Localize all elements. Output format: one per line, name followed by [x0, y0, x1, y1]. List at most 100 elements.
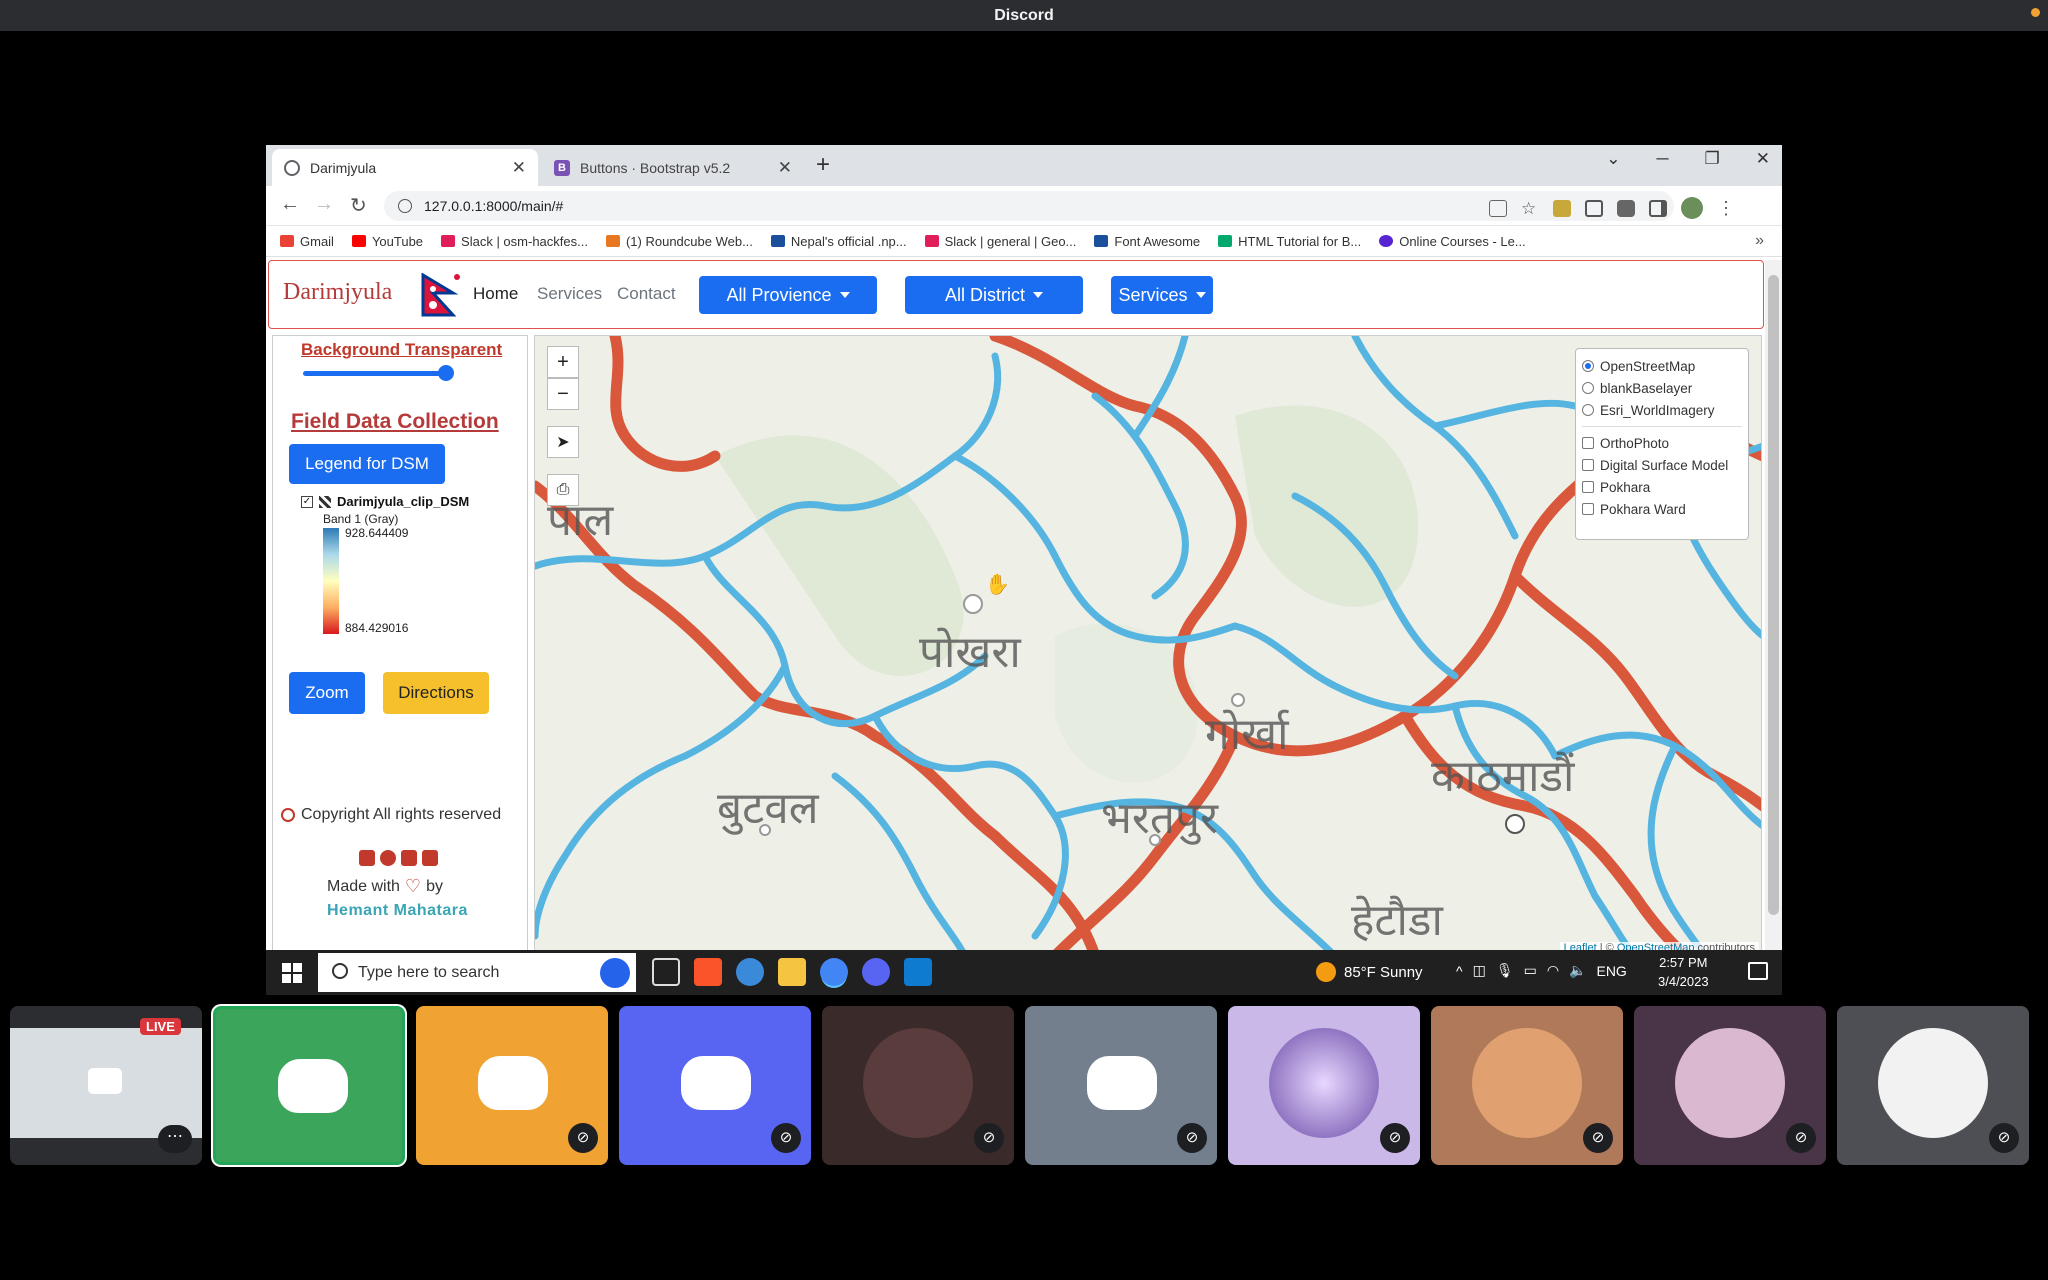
district-dropdown[interactable]: All District — [905, 276, 1083, 314]
bookmark-nepal[interactable]: Nepal's official .np... — [770, 234, 907, 249]
checkbox[interactable] — [1582, 437, 1594, 449]
close-window-button[interactable]: ✕ — [1756, 149, 1770, 169]
task-view-icon[interactable] — [652, 958, 680, 986]
close-tab-icon[interactable]: ✕ — [778, 158, 792, 178]
map-marker[interactable] — [1505, 814, 1525, 834]
new-tab-button[interactable]: + — [816, 151, 830, 179]
participant-tile[interactable]: ⊘ — [619, 1006, 811, 1165]
province-dropdown[interactable]: All Provience — [699, 276, 877, 314]
info-icon[interactable] — [398, 199, 412, 213]
weather-widget[interactable]: 85°F Sunny — [1316, 962, 1423, 982]
participant-tile[interactable]: ⊘ — [1025, 1006, 1217, 1165]
opacity-slider[interactable] — [303, 371, 443, 376]
network-icon[interactable]: ◫ — [1473, 962, 1486, 979]
field-data-collection-link[interactable]: Field Data Collection — [291, 410, 499, 434]
volume-icon[interactable]: 🔈 — [1569, 962, 1586, 979]
linkedin-icon[interactable] — [422, 850, 438, 866]
more-bookmarks-icon[interactable]: » — [1755, 232, 1764, 250]
zoom-button[interactable]: Zoom — [289, 672, 365, 714]
taskbar-search[interactable]: Type here to search — [318, 953, 636, 992]
bookmark-gmail[interactable]: Gmail — [280, 234, 334, 249]
minimize-button[interactable]: ─ — [1656, 149, 1668, 169]
base-layer-option[interactable]: blankBaselayer — [1582, 377, 1748, 399]
bookmark-font-awesome[interactable]: Font Awesome — [1094, 234, 1200, 249]
participant-tile[interactable] — [213, 1006, 405, 1165]
microphone-icon[interactable]: 🎙 — [1496, 962, 1514, 979]
overlay-option[interactable]: Digital Surface Model — [1582, 454, 1748, 476]
file-explorer-icon[interactable] — [778, 958, 806, 986]
puzzle-icon[interactable] — [1617, 199, 1635, 217]
participant-tile[interactable]: ⊘ — [1837, 1006, 2029, 1165]
checkbox[interactable] — [1582, 481, 1594, 493]
discord-icon[interactable] — [862, 958, 890, 986]
site-brand[interactable]: Darimjyula — [283, 279, 392, 306]
nav-services[interactable]: Services — [537, 284, 602, 304]
participant-tile[interactable]: ⊘ — [1228, 1006, 1420, 1165]
overlay-option[interactable]: OrthoPhoto — [1582, 432, 1748, 454]
bookmark-slack-osm[interactable]: Slack | osm-hackfes... — [441, 234, 588, 249]
bookmark-html-tutorial[interactable]: HTML Tutorial for B... — [1218, 234, 1361, 249]
more-options-button[interactable]: ⋯ — [158, 1125, 192, 1153]
overlay-option[interactable]: Pokhara Ward — [1582, 498, 1748, 520]
forward-button[interactable]: → — [314, 193, 334, 216]
services-dropdown[interactable]: Services — [1111, 276, 1213, 314]
bookmark-online-courses[interactable]: Online Courses - Le... — [1379, 234, 1526, 249]
windows-start-icon[interactable] — [282, 962, 302, 983]
nav-contact[interactable]: Contact — [617, 284, 676, 304]
sidebar-icon[interactable] — [1649, 199, 1667, 217]
leaflet-map[interactable]: पाल पोखरा गोर्खा बुटवल भरतपुर काठमाडौं ह… — [534, 335, 1762, 955]
twitter-icon[interactable] — [359, 850, 375, 866]
notification-center-icon[interactable] — [1748, 962, 1768, 980]
radio-button[interactable] — [1582, 404, 1594, 416]
share-icon[interactable] — [1489, 199, 1507, 217]
wifi-icon[interactable]: ◠ — [1547, 962, 1559, 979]
participant-tile[interactable]: ⊘ — [416, 1006, 608, 1165]
radio-button[interactable] — [1582, 360, 1594, 372]
layer-checkbox[interactable]: ✓ — [301, 495, 313, 508]
locate-icon[interactable]: ➤ — [547, 426, 579, 458]
back-button[interactable]: ← — [280, 193, 300, 216]
restore-button[interactable]: ❐ — [1705, 149, 1720, 169]
base-layer-option[interactable]: OpenStreetMap — [1582, 355, 1748, 377]
chevron-up-icon[interactable]: ^ — [1456, 963, 1463, 979]
chrome-icon[interactable] — [820, 958, 848, 986]
chevron-down-icon[interactable]: ⌄ — [1606, 149, 1620, 169]
checkbox[interactable] — [1582, 503, 1594, 515]
scrollbar-thumb[interactable] — [1768, 275, 1779, 915]
checkbox[interactable] — [1582, 459, 1594, 471]
base-layer-option[interactable]: Esri_WorldImagery — [1582, 399, 1748, 421]
author-link[interactable]: Hemant Mahatara — [327, 902, 468, 920]
directions-button[interactable]: Directions — [383, 672, 489, 714]
opacity-slider-thumb[interactable] — [438, 365, 454, 381]
participant-tile[interactable]: ⊘ — [1634, 1006, 1826, 1165]
language-indicator[interactable]: ENG — [1596, 963, 1626, 979]
participant-tile[interactable]: ⊘ — [822, 1006, 1014, 1165]
tab-bootstrap[interactable]: B Buttons · Bootstrap v5.2 ✕ — [542, 149, 804, 186]
participant-tile[interactable]: ⊘ — [1431, 1006, 1623, 1165]
picture-in-picture-icon[interactable] — [1585, 199, 1603, 217]
star-icon[interactable]: ☆ — [1521, 200, 1539, 217]
tab-darimjyula[interactable]: Darimjyula ✕ — [272, 149, 538, 186]
radio-button[interactable] — [1582, 382, 1594, 394]
bookmark-youtube[interactable]: YouTube — [351, 234, 423, 249]
vscode-icon[interactable] — [904, 958, 932, 986]
clock[interactable]: 2:57 PM 3/4/2023 — [1658, 953, 1709, 991]
search-app-icon[interactable] — [736, 958, 764, 986]
profile-avatar[interactable] — [1681, 197, 1703, 219]
menu-icon[interactable]: ⋮ — [1717, 199, 1735, 217]
overlay-option[interactable]: Pokhara — [1582, 476, 1748, 498]
battery-icon[interactable]: ▭ — [1524, 962, 1537, 979]
zoom-out-button[interactable]: − — [547, 378, 579, 410]
legend-dsm-button[interactable]: Legend for DSM — [289, 444, 445, 484]
print-icon[interactable]: ⎙ — [547, 474, 579, 506]
extension-icon[interactable] — [1553, 199, 1571, 217]
close-tab-icon[interactable]: ✕ — [512, 158, 526, 178]
bing-icon[interactable] — [600, 958, 630, 988]
facebook-icon[interactable] — [380, 850, 396, 866]
map-marker[interactable] — [963, 594, 983, 614]
youtube-icon[interactable] — [401, 850, 417, 866]
brave-icon[interactable] — [694, 958, 722, 986]
reload-button[interactable]: ↻ — [350, 193, 367, 218]
bookmark-slack-general[interactable]: Slack | general | Geo... — [924, 234, 1076, 249]
zoom-in-button[interactable]: + — [547, 346, 579, 378]
